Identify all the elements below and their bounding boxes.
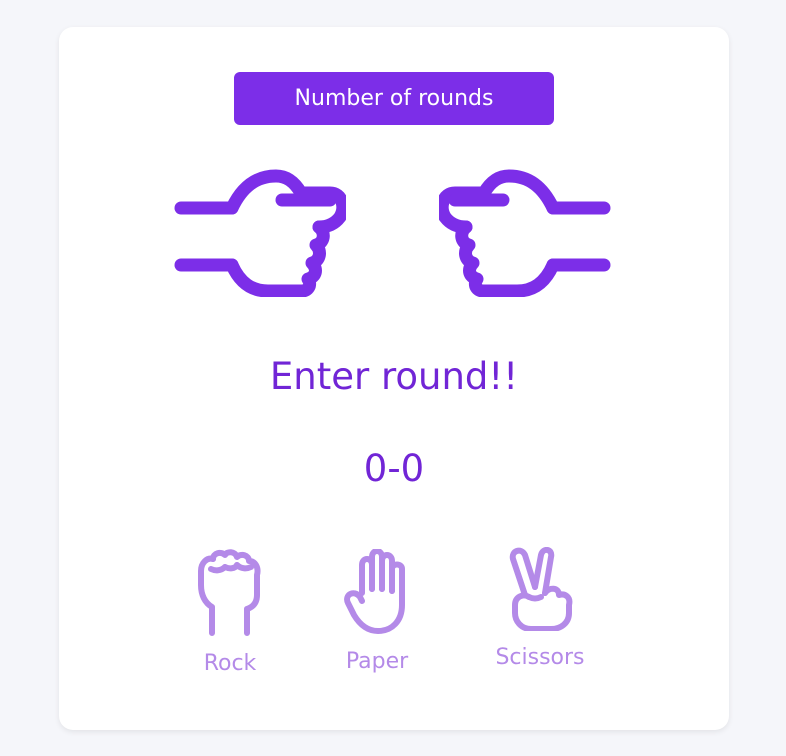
open-hand-icon <box>344 549 405 634</box>
victory-hand-icon <box>509 547 573 631</box>
scissors-button[interactable]: Scissors <box>480 547 600 670</box>
round-message: Enter round!! <box>269 355 519 398</box>
score-display: 0-0 <box>363 447 425 490</box>
number-of-rounds-button[interactable]: Number of rounds <box>234 72 554 125</box>
fist-icon <box>198 549 261 636</box>
paper-button[interactable]: Paper <box>317 549 437 674</box>
paper-label: Paper <box>345 649 409 674</box>
rock-button[interactable]: Rock <box>170 549 290 676</box>
scissors-label: Scissors <box>495 645 585 670</box>
computer-hand-icon <box>435 167 611 298</box>
rock-label: Rock <box>203 651 257 676</box>
player-hand-icon <box>174 167 350 298</box>
game-card: Number of rounds Enter round!! 0-0 Rock … <box>59 27 729 730</box>
